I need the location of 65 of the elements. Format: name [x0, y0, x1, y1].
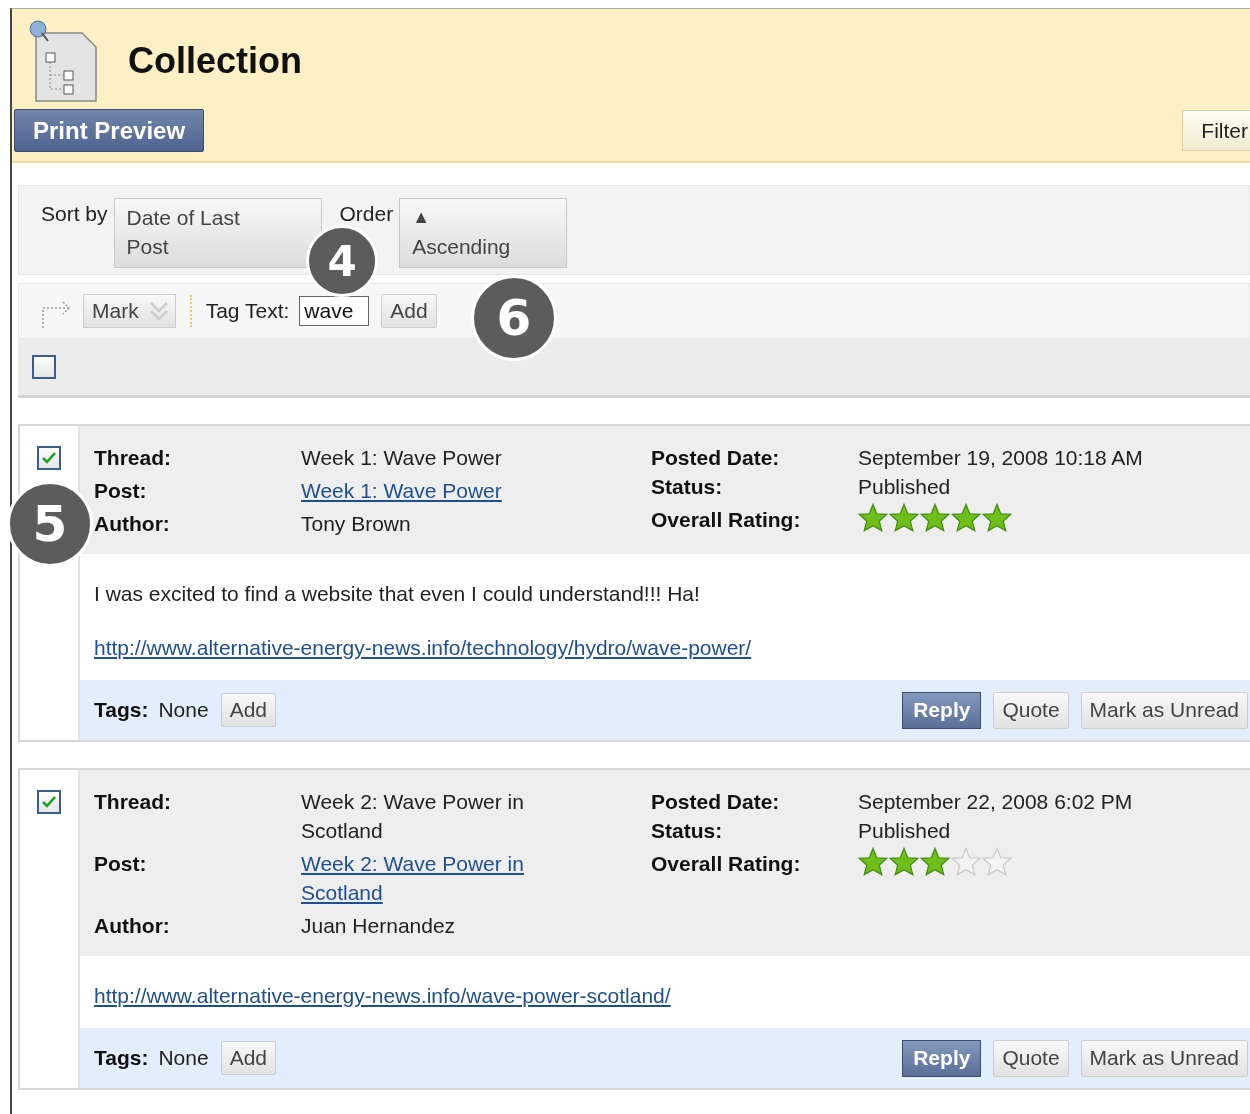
mark-dropdown[interactable]: Mark [83, 294, 176, 328]
author-value: Tony Brown [301, 511, 412, 537]
author-label: Author: [94, 511, 171, 537]
rating-label: Overall Rating: [651, 851, 802, 877]
filter-button[interactable]: Filter [1182, 110, 1250, 151]
posted-date-label: Posted Date: [651, 445, 781, 471]
posted-date-value: September 19, 2008 10:18 AM [858, 445, 1144, 471]
order-dropdown[interactable]: ▲ Ascending [399, 198, 568, 268]
add-tag-button[interactable]: Add [381, 294, 437, 328]
status-label: Status: [651, 818, 724, 844]
star-icon [920, 503, 950, 532]
post-link[interactable]: Week 2: Wave Power in Scotland [301, 849, 561, 907]
reply-button[interactable]: Reply [902, 691, 982, 729]
thread-value: Week 2: Wave Power in Scotland [301, 789, 525, 844]
callout-badge: 5 [7, 481, 93, 567]
status-label: Status: [651, 474, 724, 500]
order-label: Order [339, 201, 394, 226]
add-tag-button[interactable]: Add [220, 693, 277, 727]
add-tag-button[interactable]: Add [220, 1041, 277, 1075]
checkbox[interactable] [37, 790, 61, 814]
author-label: Author: [94, 913, 171, 939]
posted-date-label: Posted Date: [651, 789, 781, 815]
thread-label: Thread: [94, 445, 172, 471]
print-preview-button[interactable]: Print Preview [14, 109, 205, 152]
tag-text-field[interactable]: wave [299, 296, 370, 326]
checkmark-icon [41, 795, 57, 809]
post-label: Post: [94, 851, 148, 877]
mark-as-unread-button[interactable]: Mark as Unread [1080, 691, 1248, 729]
post-label: Post: [94, 478, 148, 504]
star-icon [858, 847, 888, 876]
quote-button[interactable]: Quote [993, 691, 1069, 729]
checkmark-icon [41, 451, 57, 465]
star-icon [982, 847, 1012, 876]
tags-label: Tags: [94, 698, 149, 722]
quote-button[interactable]: Quote [993, 1039, 1069, 1077]
url-link[interactable]: http://www.alternative-energy-news.info/technology/hydro/wave-power/ [94, 636, 752, 660]
post-link[interactable]: Week 1: Wave Power [301, 476, 502, 505]
star-icon [982, 503, 1012, 532]
thread-label: Thread: [94, 789, 172, 815]
author-value: Juan Hernandez [301, 913, 457, 939]
double-chevron-icon [148, 299, 169, 323]
star-icon [889, 503, 919, 532]
tags-label: Tags: [94, 1046, 149, 1070]
tag-text-label: Tag Text: [205, 299, 290, 323]
star-icon [920, 847, 950, 876]
post-body-text: I was excited to find a website that even I could understand!!! Ha! [94, 582, 701, 606]
sort-by-label: Sort by [41, 201, 108, 226]
sort-by-dropdown[interactable]: Date of Last Post [113, 198, 322, 268]
star-icon [858, 503, 888, 532]
tags-value: None [158, 1046, 209, 1070]
status-value: Published [858, 474, 952, 500]
status-value: Published [858, 818, 952, 844]
star-icon [951, 847, 981, 876]
url-link[interactable]: http://www.alternative-energy-news.info/wave-power-scotland/ [94, 984, 671, 1008]
thread-value: Week 1: Wave Power [301, 445, 503, 471]
checkbox[interactable] [32, 355, 56, 379]
checkbox[interactable] [37, 446, 61, 470]
tags-value: None [158, 698, 209, 722]
star-icon [951, 503, 981, 532]
star-icon [889, 847, 919, 876]
rating-label: Overall Rating: [651, 507, 802, 533]
posted-date-value: September 22, 2008 6:02 PM [858, 789, 1134, 815]
page-title: Collection [128, 40, 302, 82]
mark-as-unread-button[interactable]: Mark as Unread [1080, 1039, 1248, 1077]
reply-button[interactable]: Reply [902, 1039, 982, 1077]
